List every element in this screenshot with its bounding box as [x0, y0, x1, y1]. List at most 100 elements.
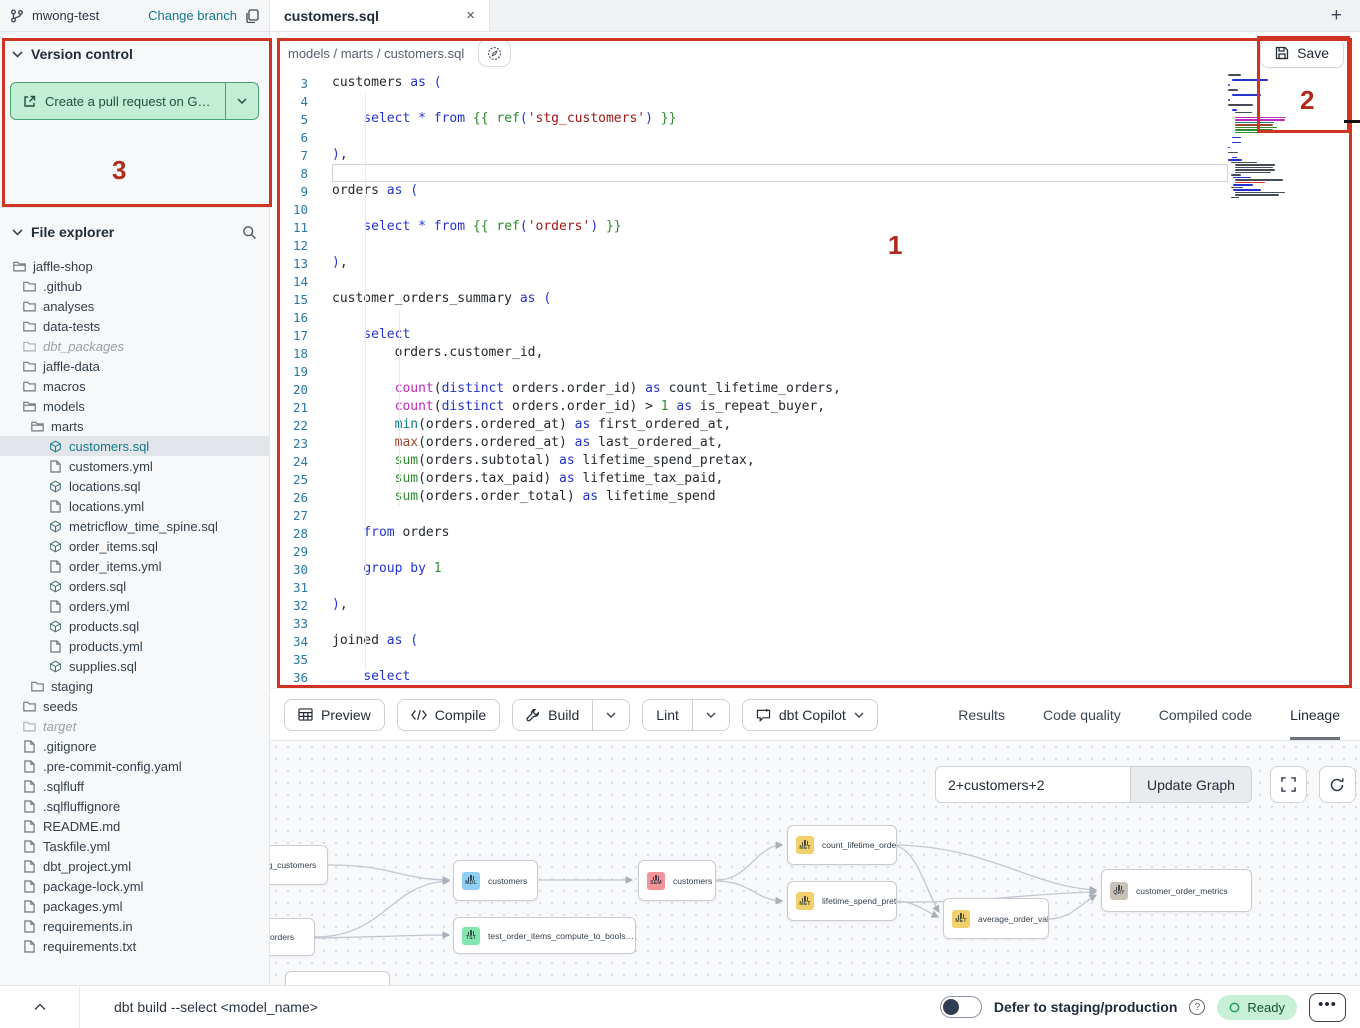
- tree-item[interactable]: customers.yml: [0, 456, 269, 476]
- lineage-selector-input[interactable]: [935, 766, 1130, 803]
- tree-item[interactable]: target: [0, 716, 269, 736]
- tree-item[interactable]: metricflow_time_spine.sql: [0, 516, 269, 536]
- tree-item[interactable]: locations.yml: [0, 496, 269, 516]
- code-line[interactable]: 30 group by 1: [270, 560, 1360, 578]
- build-button[interactable]: Build: [513, 700, 592, 730]
- code-line[interactable]: 31: [270, 578, 1360, 596]
- code-line[interactable]: 21 count(distinct orders.order_id) > 1 a…: [270, 398, 1360, 416]
- minimap[interactable]: [1228, 74, 1322, 199]
- defer-toggle[interactable]: [940, 996, 982, 1018]
- code-line[interactable]: 13),: [270, 254, 1360, 272]
- more-options-button[interactable]: •••: [1309, 993, 1346, 1022]
- tree-item[interactable]: supplies.sql: [0, 656, 269, 676]
- tree-item[interactable]: jaffle-shop: [0, 256, 269, 276]
- update-graph-button[interactable]: Update Graph: [1130, 766, 1252, 803]
- code-line[interactable]: 9orders as (: [270, 182, 1360, 200]
- chevron-down-icon[interactable]: [12, 229, 23, 236]
- code-line[interactable]: 33: [270, 614, 1360, 632]
- code-line[interactable]: 3customers as (: [270, 74, 1360, 92]
- lineage-node-orders[interactable]: MDLorders: [270, 918, 315, 956]
- code-line[interactable]: 10: [270, 200, 1360, 218]
- code-line[interactable]: 32),: [270, 596, 1360, 614]
- code-line[interactable]: 4: [270, 92, 1360, 110]
- tree-item[interactable]: requirements.txt: [0, 936, 269, 956]
- tab-customers-sql[interactable]: customers.sql ×: [270, 0, 490, 31]
- build-dropdown[interactable]: [592, 700, 629, 730]
- code-line[interactable]: 14: [270, 272, 1360, 290]
- chevron-down-icon[interactable]: [12, 51, 23, 58]
- create-pr-dropdown[interactable]: [225, 83, 258, 119]
- code-line[interactable]: 22 min(orders.ordered_at) as first_order…: [270, 416, 1360, 434]
- code-line[interactable]: 5 select * from {{ ref('stg_customers') …: [270, 110, 1360, 128]
- tree-item[interactable]: seeds: [0, 696, 269, 716]
- tab-results[interactable]: Results: [958, 689, 1005, 740]
- tree-item[interactable]: .pre-commit-config.yaml: [0, 756, 269, 776]
- code-line[interactable]: 19: [270, 362, 1360, 380]
- tree-item[interactable]: products.sql: [0, 616, 269, 636]
- lint-dropdown[interactable]: [692, 700, 729, 730]
- tree-item[interactable]: customers.sql: [0, 436, 269, 456]
- code-line[interactable]: 36 select: [270, 668, 1360, 686]
- code-line[interactable]: 15customer_orders_summary as (: [270, 290, 1360, 308]
- code-line[interactable]: 35: [270, 650, 1360, 668]
- lineage-node-stg_customers[interactable]: MDLstg_customers: [270, 845, 328, 885]
- tree-item[interactable]: order_items.sql: [0, 536, 269, 556]
- code-line[interactable]: 24 sum(orders.subtotal) as lifetime_spen…: [270, 452, 1360, 470]
- tree-item[interactable]: orders.yml: [0, 596, 269, 616]
- search-icon[interactable]: [242, 225, 257, 240]
- lineage-node-customers[interactable]: MDLcustomers: [453, 860, 538, 901]
- dbt-copilot-button[interactable]: dbt Copilot: [742, 699, 878, 731]
- code-line[interactable]: 26 sum(orders.order_total) as lifetime_s…: [270, 488, 1360, 506]
- tree-item[interactable]: marts: [0, 416, 269, 436]
- save-button[interactable]: Save: [1260, 38, 1344, 68]
- lineage-compass-button[interactable]: [478, 39, 511, 67]
- lineage-node-count_lifetime_orders[interactable]: METcount_lifetime_orders: [787, 825, 897, 865]
- code-editor[interactable]: 3customers as (45 select * from {{ ref('…: [270, 74, 1360, 688]
- create-pr-button[interactable]: Create a pull request on Git…: [11, 83, 225, 119]
- tree-item[interactable]: README.md: [0, 816, 269, 836]
- new-tab-button[interactable]: +: [1331, 6, 1342, 25]
- tree-item[interactable]: macros: [0, 376, 269, 396]
- tree-item[interactable]: .sqlfluff: [0, 776, 269, 796]
- refresh-icon[interactable]: [1319, 766, 1356, 803]
- tree-item[interactable]: .github: [0, 276, 269, 296]
- code-line[interactable]: 27: [270, 506, 1360, 524]
- code-line[interactable]: 11 select * from {{ ref('orders') }}: [270, 218, 1360, 236]
- tab-code-quality[interactable]: Code quality: [1043, 689, 1121, 740]
- tree-item[interactable]: orders.sql: [0, 576, 269, 596]
- tab-compiled-code[interactable]: Compiled code: [1159, 689, 1252, 740]
- code-line[interactable]: 8: [270, 164, 1360, 182]
- tree-item[interactable]: requirements.in: [0, 916, 269, 936]
- code-line[interactable]: 28 from orders: [270, 524, 1360, 542]
- tab-close-icon[interactable]: ×: [466, 7, 475, 24]
- lineage-node-test_order_items_compute_to_bools[interactable]: TSTtest_order_items_compute_to_bools…: [453, 917, 636, 954]
- lineage-node-customers[interactable]: SEMcustomers: [638, 860, 716, 901]
- tree-item[interactable]: models: [0, 396, 269, 416]
- tree-item[interactable]: data-tests: [0, 316, 269, 336]
- tree-item[interactable]: .sqlfluffignore: [0, 796, 269, 816]
- code-line[interactable]: 18 orders.customer_id,: [270, 344, 1360, 362]
- compile-button[interactable]: Compile: [397, 699, 500, 731]
- code-line[interactable]: 6: [270, 128, 1360, 146]
- tree-item[interactable]: Taskfile.yml: [0, 836, 269, 856]
- code-line[interactable]: 20 count(distinct orders.order_id) as co…: [270, 380, 1360, 398]
- tree-item[interactable]: locations.sql: [0, 476, 269, 496]
- lineage-node[interactable]: [285, 971, 390, 985]
- change-branch-link[interactable]: Change branch: [148, 8, 237, 23]
- tree-item[interactable]: order_items.yml: [0, 556, 269, 576]
- code-line[interactable]: 29: [270, 542, 1360, 560]
- tab-lineage[interactable]: Lineage: [1290, 689, 1340, 740]
- tree-item[interactable]: analyses: [0, 296, 269, 316]
- code-line[interactable]: 17 select: [270, 326, 1360, 344]
- tree-item[interactable]: .gitignore: [0, 736, 269, 756]
- help-icon[interactable]: ?: [1189, 999, 1205, 1015]
- fullscreen-icon[interactable]: [1270, 766, 1307, 803]
- tree-item[interactable]: package-lock.yml: [0, 876, 269, 896]
- tree-item[interactable]: products.yml: [0, 636, 269, 656]
- code-line[interactable]: 16: [270, 308, 1360, 326]
- tree-item[interactable]: jaffle-data: [0, 356, 269, 376]
- docs-icon[interactable]: [245, 9, 259, 23]
- lineage-node-average_order_value[interactable]: METaverage_order_value: [943, 898, 1049, 939]
- code-line[interactable]: 7),: [270, 146, 1360, 164]
- lint-button[interactable]: Lint: [643, 700, 692, 730]
